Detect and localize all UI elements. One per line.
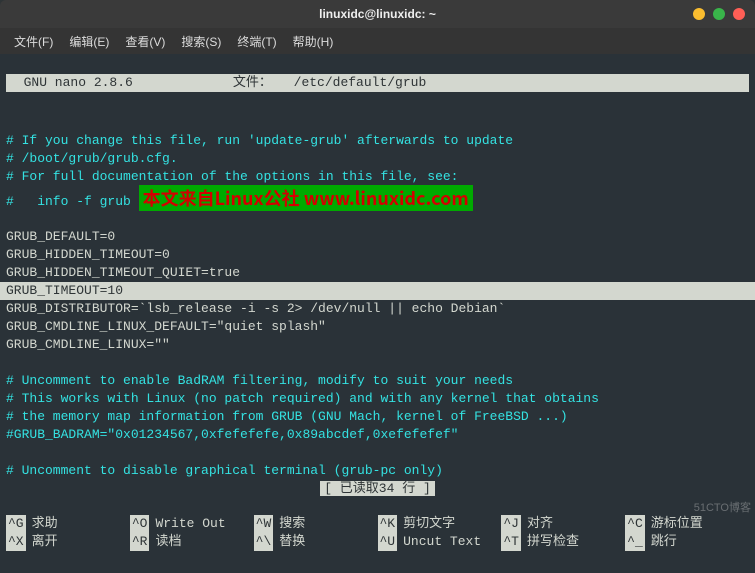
- shortcut-spell: ^T拼写检查: [501, 533, 625, 551]
- comment-line: # /boot/grub/grub.cfg.: [6, 151, 178, 166]
- nano-file-label: 文件：: [233, 74, 286, 92]
- nano-shortcuts: ^G求助 ^OWrite Out ^W搜索 ^K剪切文字 ^J对齐 ^C游标位置…: [0, 515, 755, 555]
- shortcut-justify: ^J对齐: [501, 515, 625, 533]
- comment-line: # info -f grub: [6, 194, 139, 209]
- shortcut-uncut: ^UUncut Text: [378, 533, 502, 551]
- shortcut-help: ^G求助: [6, 515, 130, 533]
- menu-search[interactable]: 搜索(S): [175, 29, 227, 54]
- shortcut-cut: ^K剪切文字: [378, 515, 502, 533]
- comment-line: # Uncomment to enable BadRAM filtering, …: [6, 373, 513, 388]
- config-line: GRUB_CMDLINE_LINUX_DEFAULT="quiet splash…: [6, 319, 326, 334]
- shortcut-read: ^R读档: [130, 533, 254, 551]
- nano-file-path: /etc/default/grub: [286, 74, 747, 92]
- editor-content[interactable]: # If you change this file, run 'update-g…: [6, 110, 749, 498]
- menu-file[interactable]: 文件(F): [8, 29, 59, 54]
- menu-help[interactable]: 帮助(H): [287, 29, 340, 54]
- window-title: linuxidc@linuxidc: ~: [319, 7, 436, 21]
- comment-line: # For full documentation of the options …: [6, 169, 458, 184]
- shortcut-writeout: ^OWrite Out: [130, 515, 254, 533]
- shortcut-search: ^W搜索: [254, 515, 378, 533]
- comment-line: # If you change this file, run 'update-g…: [6, 133, 513, 148]
- terminal-area[interactable]: GNU nano 2.8.6文件： /etc/default/grub # If…: [0, 54, 755, 573]
- blog-watermark: 51CTO博客: [694, 499, 751, 515]
- watermark-overlay: 本文来自Linux公社 www.linuxidc.com: [139, 185, 473, 211]
- menu-edit[interactable]: 编辑(E): [63, 29, 115, 54]
- comment-line: # This works with Linux (no patch requir…: [6, 391, 599, 406]
- config-line: GRUB_DEFAULT=0: [6, 229, 115, 244]
- comment-line: # the memory map information from GRUB (…: [6, 409, 568, 424]
- nano-header: GNU nano 2.8.6文件： /etc/default/grub: [6, 74, 749, 92]
- menu-terminal[interactable]: 终端(T): [231, 29, 282, 54]
- window-controls: [693, 8, 745, 20]
- shortcut-replace: ^\替换: [254, 533, 378, 551]
- nano-status-line: [ 已读取34 行 ]: [6, 480, 749, 498]
- minimize-icon[interactable]: [693, 8, 705, 20]
- nano-version: GNU nano 2.8.6: [8, 74, 233, 92]
- nano-status-text: [ 已读取34 行 ]: [320, 481, 435, 496]
- maximize-icon[interactable]: [713, 8, 725, 20]
- config-line: GRUB_CMDLINE_LINUX="": [6, 337, 170, 352]
- config-line: GRUB_HIDDEN_TIMEOUT=0: [6, 247, 170, 262]
- comment-line: #GRUB_BADRAM="0x01234567,0xfefefefe,0x89…: [6, 427, 458, 442]
- shortcut-goto: ^_跳行: [625, 533, 749, 551]
- config-line: GRUB_DISTRIBUTOR=`lsb_release -i -s 2> /…: [6, 301, 505, 316]
- close-icon[interactable]: [733, 8, 745, 20]
- menu-view[interactable]: 查看(V): [119, 29, 171, 54]
- shortcut-exit: ^X离开: [6, 533, 130, 551]
- shortcut-cursor: ^C游标位置: [625, 515, 749, 533]
- config-line: GRUB_HIDDEN_TIMEOUT_QUIET=true: [6, 265, 240, 280]
- comment-line: # Uncomment to disable graphical termina…: [6, 463, 443, 478]
- menubar: 文件(F) 编辑(E) 查看(V) 搜索(S) 终端(T) 帮助(H): [0, 28, 755, 54]
- window-titlebar: linuxidc@linuxidc: ~: [0, 0, 755, 28]
- cursor-line: GRUB_TIMEOUT=10: [0, 282, 755, 300]
